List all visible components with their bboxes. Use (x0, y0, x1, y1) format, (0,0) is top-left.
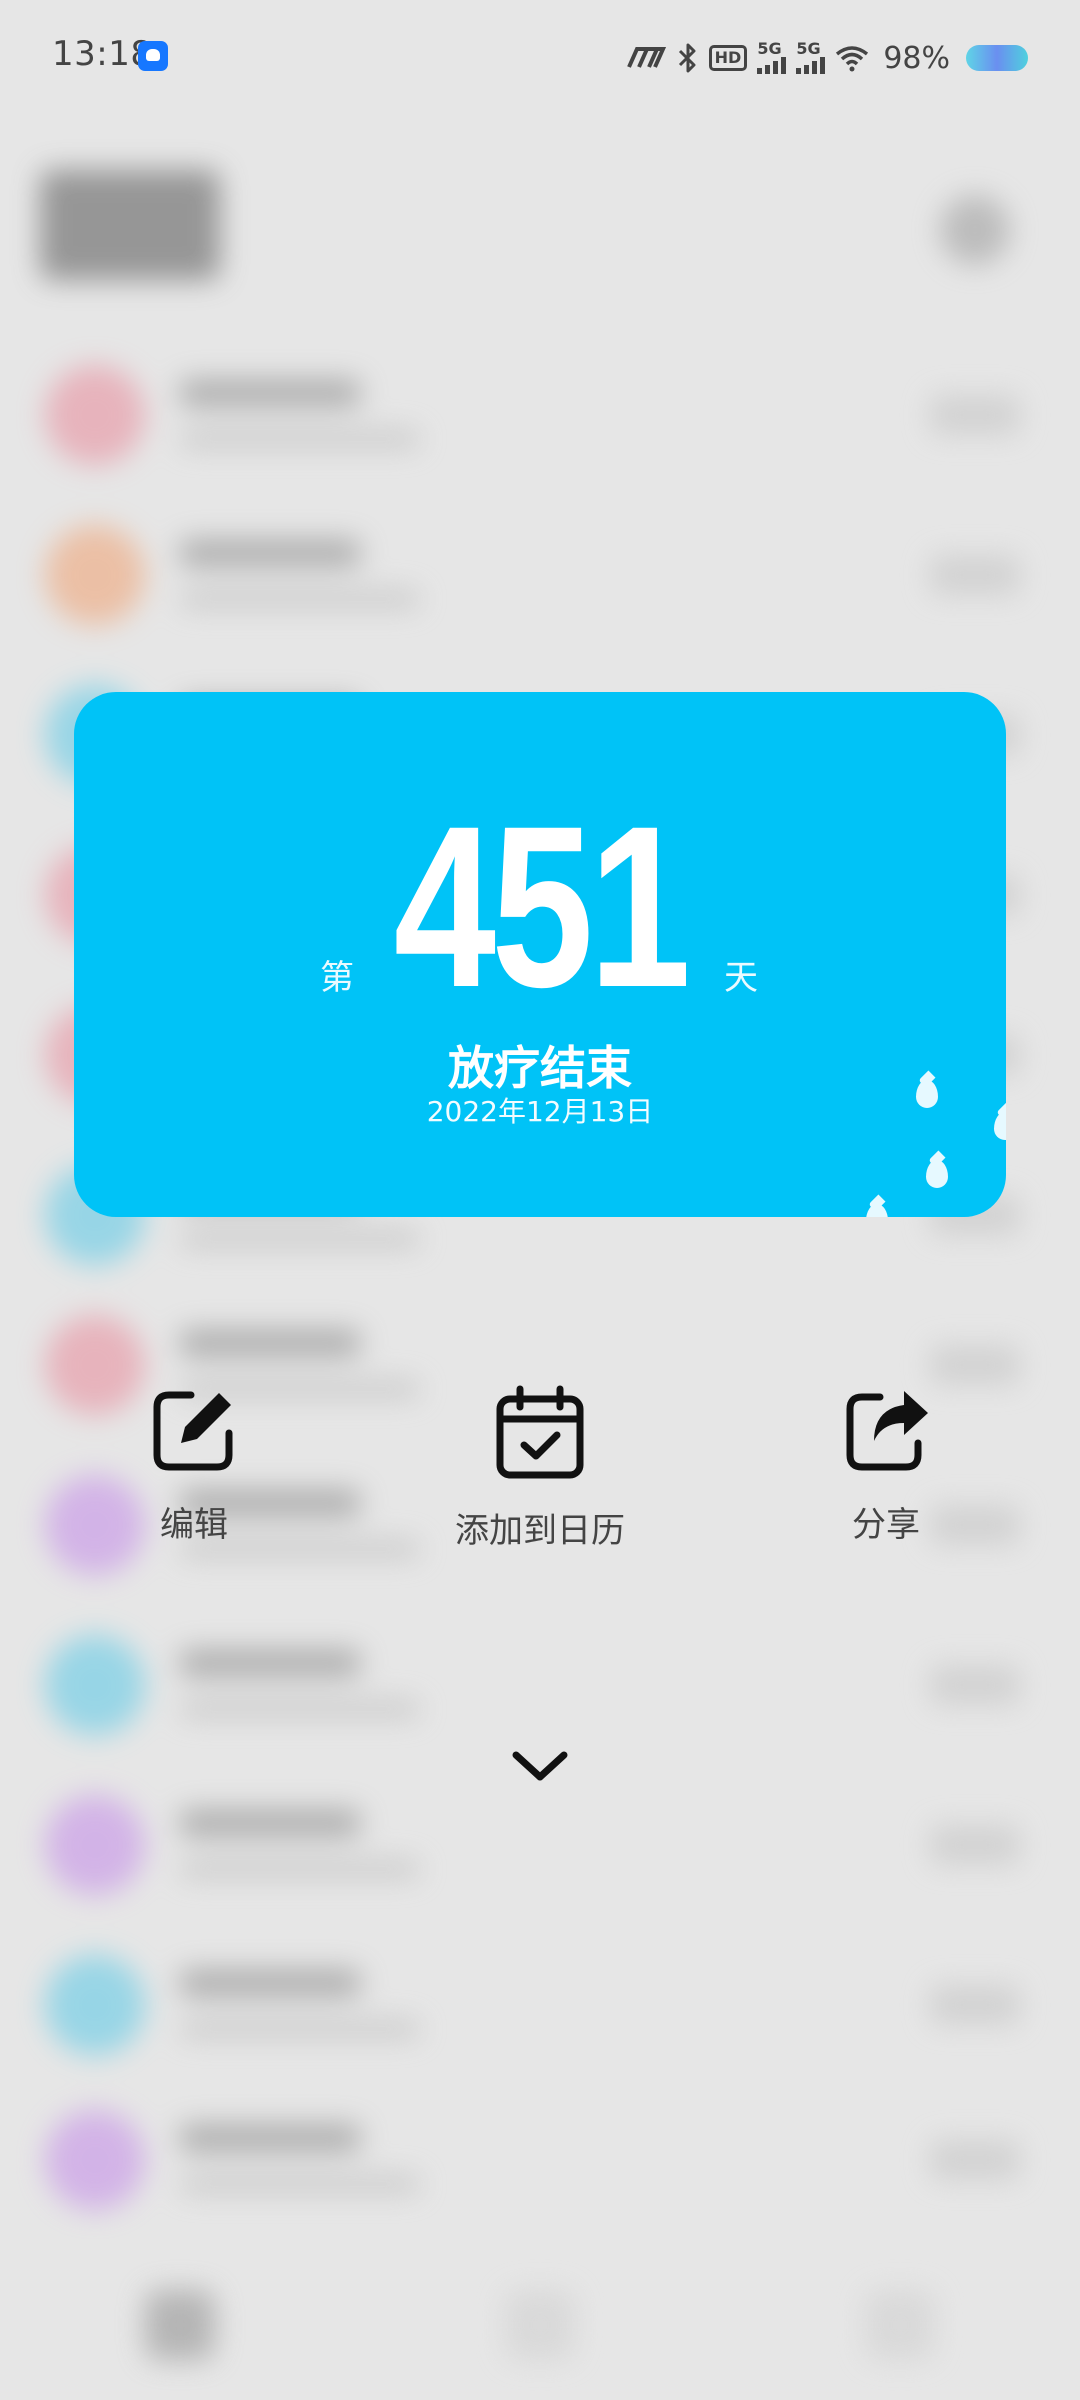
background-row (0, 340, 1080, 500)
battery-percent: 98% (883, 40, 950, 76)
background-row (0, 2085, 1080, 2245)
signal-1: 5G (757, 41, 787, 74)
battery-icon (966, 45, 1028, 71)
water-drop-icon (916, 1080, 938, 1108)
event-date: 2022年12月13日 (426, 1095, 654, 1128)
background-nav-icon (505, 2290, 575, 2360)
background-top-icon (940, 195, 1010, 265)
status-icons: HD 5G 5G 98% (626, 38, 1028, 78)
chevron-down-icon (512, 1751, 568, 1781)
status-bar: 13:18 HD 5G 5G 98% (0, 0, 1080, 110)
background-title (40, 170, 220, 280)
collapse-button[interactable] (508, 1745, 572, 1785)
background-row (0, 1770, 1080, 1930)
add-to-calendar-label: 添加到日历 (455, 1511, 625, 1551)
water-drop-icon (926, 1160, 948, 1188)
day-suffix: 天 (724, 958, 758, 998)
edit-icon (153, 1391, 233, 1471)
calendar-check-icon (496, 1385, 584, 1479)
add-to-calendar-button[interactable]: 添加到日历 (410, 1385, 670, 1552)
signal-bars-icon (757, 56, 787, 74)
nfc-icon (626, 47, 666, 68)
day-count: 451 (393, 778, 691, 1035)
background-nav-icon (145, 2290, 215, 2360)
bluetooth-icon (678, 43, 696, 73)
background-row (0, 1930, 1080, 2090)
signal-bars-icon (796, 56, 826, 74)
edit-button[interactable]: 编辑 (64, 1385, 324, 1546)
wifi-icon (836, 46, 869, 72)
share-label: 分享 (852, 1505, 920, 1545)
share-icon (846, 1391, 928, 1471)
edit-label: 编辑 (160, 1505, 228, 1545)
hd-voice-icon: HD (708, 45, 748, 71)
background-nav-icon (865, 2290, 935, 2360)
anniversary-card[interactable]: 第 451 天 放疗结束 2022年12月13日 (74, 692, 1006, 1217)
share-button[interactable]: 分享 (756, 1385, 1016, 1546)
background-row (0, 500, 1080, 660)
event-title: 放疗结束 (448, 1041, 632, 1095)
water-drop-icon (866, 1204, 888, 1217)
signal-2: 5G (796, 41, 826, 74)
app-notification-icon (138, 41, 168, 71)
